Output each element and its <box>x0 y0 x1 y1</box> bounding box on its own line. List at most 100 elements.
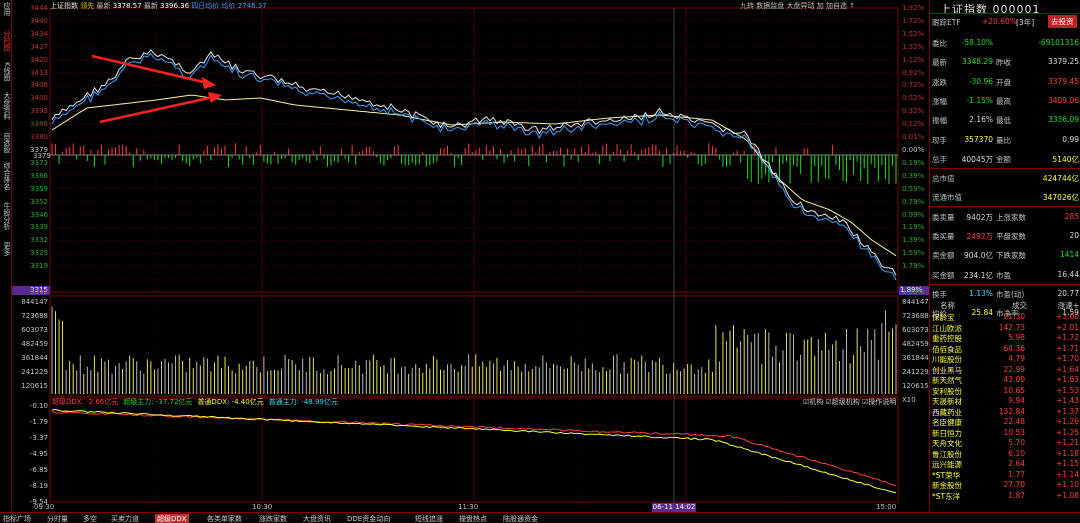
stock-price: 10.53 <box>1003 427 1025 437</box>
indicator-tab-4[interactable]: 超级DDX <box>155 514 189 523</box>
quote-row: 涨幅 -1.15% 最高 3409.06 <box>930 91 1080 110</box>
stock-name: 佰佰食品 <box>932 344 962 354</box>
toolbar-item-3[interactable]: 加 <box>817 2 826 10</box>
quote-label: 现手 <box>932 135 947 145</box>
etf-period: [3年] <box>1016 18 1035 27</box>
indicator-tab-0[interactable]: 指标广场 <box>3 514 31 523</box>
toolbar-item-1[interactable]: 数据监盘 <box>756 2 786 10</box>
stock-name: 天舟文化 <box>932 439 962 448</box>
quote-row: 买金额 234.1亿 市盈 16.44 <box>930 265 1080 284</box>
stock-price: 1.77 <box>1008 469 1025 479</box>
ddx-tick: -8.19 <box>29 482 48 490</box>
list-item[interactable]: 江山欧派 142.73 +2.01 <box>930 323 1080 333</box>
list-item[interactable]: 鲁江股份 6.10 +1.18 <box>930 449 1080 459</box>
quote-label: 换手 <box>932 289 947 299</box>
stock-price: 6.10 <box>1008 448 1025 458</box>
quote-value: 5140亿 <box>1052 154 1079 164</box>
quote-value: 424744亿 <box>1042 174 1079 184</box>
percent-tick: 1.12% <box>902 55 925 64</box>
percent-tick: 0.12% <box>902 120 925 129</box>
invest-button[interactable]: 去投资 <box>1048 15 1077 28</box>
stock-name: *ST东洋 <box>932 491 961 501</box>
stock-change: +1.70 <box>1056 354 1079 363</box>
indicator-tab-10[interactable]: 操盘热点 <box>459 514 487 523</box>
list-item[interactable]: 安利股份 10.65 +1.53 <box>930 386 1080 396</box>
volume-legend-item[interactable]: ☑操作说明 <box>862 398 896 406</box>
stock-name: 远兴能源 <box>932 460 962 469</box>
quote-value: 20.77 <box>1057 288 1079 298</box>
list-item[interactable]: 名臣健康 22.48 +1.26 <box>930 417 1080 427</box>
stock-price: 4.79 <box>1008 354 1025 363</box>
sidebar-tab-1[interactable]: 分时图 <box>1 30 11 51</box>
sidebar-tab-0[interactable]: 应用 <box>1 2 11 16</box>
stock-change: +1.21 <box>1056 438 1079 447</box>
latest-value: 3378.57 <box>112 2 142 10</box>
stock-price: 5.98 <box>1008 333 1025 342</box>
list-item[interactable]: 天舟文化 5.70 +1.21 <box>930 438 1080 448</box>
volume-tick-right: 120615 <box>902 382 929 390</box>
list-item[interactable]: 新天然气 43.00 +1.63 <box>930 375 1080 385</box>
sidebar-tab-2[interactable]: K线图 <box>1 62 11 81</box>
indicator-tab-11[interactable]: 陆股通资金 <box>503 514 538 523</box>
sidebar-tab-7[interactable]: 更多 <box>1 242 11 256</box>
volume-tick-right: 361844 <box>902 354 929 362</box>
quote-value: -69101316 <box>1038 38 1079 47</box>
ddx-legend-item: 超级DDX: -2.66亿元 <box>52 398 119 406</box>
quote-label: 开盘 <box>996 77 1011 87</box>
volume-tick-right: 241229 <box>902 368 929 376</box>
list-header-price: 成交 <box>1012 301 1027 310</box>
indicator-tab-6[interactable]: 涨跌家数 <box>259 514 287 523</box>
volume-legend-item[interactable]: ☑超级机构 <box>826 398 863 406</box>
toolbar-item-2[interactable]: 大盘异动 <box>786 2 816 10</box>
list-item[interactable]: 天晟新材 9.94 +1.43 <box>930 396 1080 406</box>
percent-tick: 0.99% <box>902 210 925 219</box>
indicator-tab-9[interactable]: 短线追涨 <box>415 514 443 523</box>
list-item[interactable]: 重药控股 5.98 +1.72 <box>930 333 1080 343</box>
list-item[interactable]: 创业黑马 22.99 +1.64 <box>930 365 1080 375</box>
list-header-change: 涨速+ <box>1057 301 1079 310</box>
list-item[interactable]: 新日恒力 10.53 +1.25 <box>930 428 1080 438</box>
quote-value: -30.96 <box>968 76 993 86</box>
stock-price: 43.00 <box>1003 375 1025 384</box>
quote-label: 委卖量 <box>932 212 955 222</box>
quote-label: 振幅 <box>932 116 947 126</box>
price-tick: 3352 <box>30 197 48 206</box>
indicator-tab-5[interactable]: 各类单家数 <box>207 514 242 523</box>
stock-price: 9.94 <box>1008 396 1025 405</box>
list-item[interactable]: 川能股份 4.79 +1.70 <box>930 354 1080 364</box>
percent-tick: 0.01% <box>902 133 925 142</box>
stock-change: +3.00 <box>1056 312 1079 321</box>
stock-price: 22.99 <box>1003 364 1025 374</box>
time-tick: 15:00 <box>876 503 897 511</box>
annotation-arrowhead <box>202 77 216 89</box>
list-item[interactable]: *ST荣华 1.77 +1.14 <box>930 470 1080 480</box>
list-item[interactable]: 佰佰食品 64.36 +1.71 <box>930 344 1080 354</box>
indicator-tab-3[interactable]: 买卖力道 <box>111 514 139 523</box>
quote-value: 9402万 <box>966 212 993 222</box>
quote-label: 最新 <box>932 58 947 68</box>
sidebar-tab-4[interactable]: 自选股 <box>1 132 11 153</box>
toolbar-item-5[interactable]: ↑ <box>849 2 855 10</box>
indicator-tab-2[interactable]: 多空 <box>83 514 97 523</box>
sidebar-tab-5[interactable]: 综合排名 <box>1 162 11 190</box>
price-tick: 3427 <box>30 42 48 51</box>
etf-row: 跟踪ETF +20.60% [3年] 去投资 <box>930 12 1080 31</box>
sidebar-tab-6[interactable]: 牛股分析 <box>1 202 11 230</box>
toolbar-item-4[interactable]: 加自选 <box>826 2 849 10</box>
list-item[interactable]: 保龄宝 21.30 +3.00 <box>930 312 1080 322</box>
list-item[interactable]: 西藏药业 132.84 +1.37 <box>930 407 1080 417</box>
list-item[interactable]: 新金股份 27.70 +1.10 <box>930 480 1080 490</box>
volume-tick-right: 482459 <box>902 340 929 348</box>
indicator-tab-7[interactable]: 大盘资讯 <box>303 514 331 523</box>
indicator-tab-8[interactable]: DDE资金动向 <box>347 514 390 523</box>
quote-value: 0.99 <box>1062 134 1079 144</box>
list-item[interactable]: 远兴能源 2.64 +1.15 <box>930 459 1080 469</box>
volume-legend-item[interactable]: ☑机构 <box>803 398 826 406</box>
sidebar-tab-3[interactable]: 大盘资料 <box>1 92 11 120</box>
stock-change: +1.71 <box>1056 343 1079 353</box>
latest-label: 最新 <box>96 2 111 10</box>
list-item[interactable]: *ST东洋 1.87 +1.08 <box>930 491 1080 501</box>
price-tick: 3359 <box>30 184 48 193</box>
indicator-tab-1[interactable]: 分时量 <box>47 514 68 523</box>
toolbar-item-0[interactable]: 九转 <box>740 2 756 10</box>
